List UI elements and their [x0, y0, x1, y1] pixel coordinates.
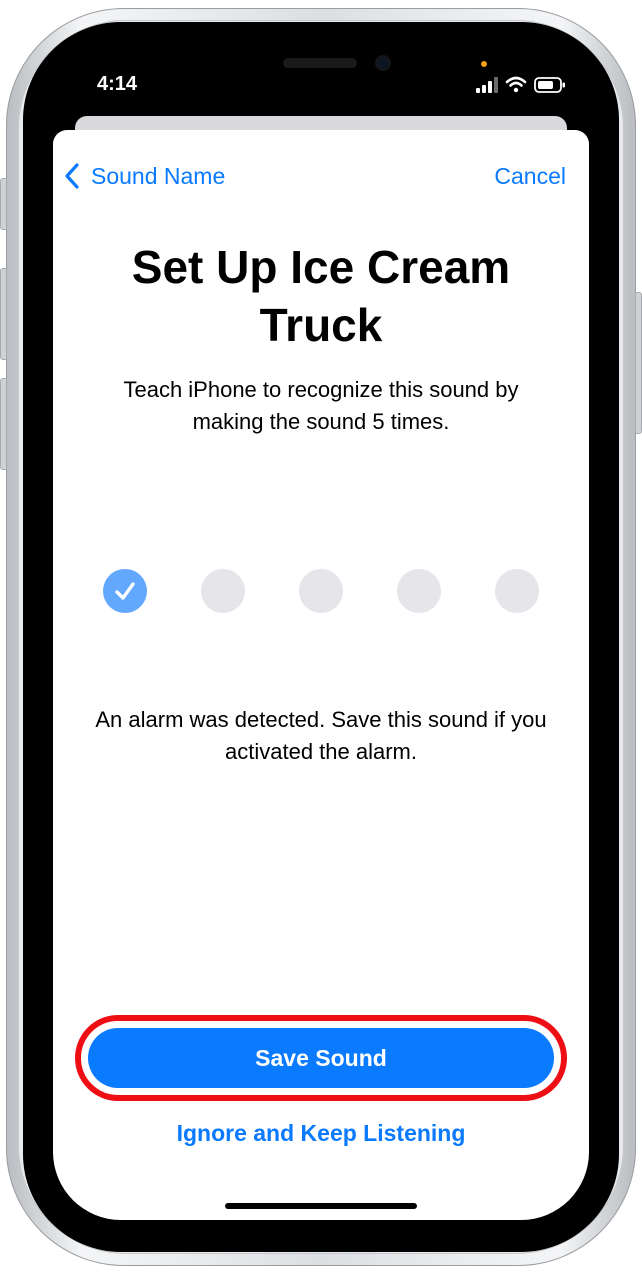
progress-dot-pending [201, 569, 245, 613]
signal-icon [476, 77, 498, 93]
progress-dot-pending [397, 569, 441, 613]
progress-dot-pending [299, 569, 343, 613]
mute-switch [0, 178, 7, 230]
back-button[interactable]: Sound Name [65, 158, 225, 194]
checkmark-icon [115, 582, 135, 600]
ignore-and-keep-listening-button[interactable]: Ignore and Keep Listening [113, 1120, 529, 1147]
microphone-indicator-dot [481, 61, 487, 67]
save-sound-button[interactable]: Save Sound [88, 1028, 554, 1088]
progress-dot-pending [495, 569, 539, 613]
status-time: 4:14 [97, 73, 138, 95]
wifi-icon [505, 76, 527, 93]
status-icons [476, 76, 565, 93]
instructions-text: Teach iPhone to recognize this sound by … [123, 377, 519, 434]
earpiece-speaker [283, 58, 357, 68]
progress-dot-complete [103, 569, 147, 613]
screen: Sound Name Cancel Set Up Ice Cream Truck… [53, 40, 589, 1220]
recording-progress [103, 569, 539, 613]
volume-down-button [0, 378, 7, 470]
battery-icon [534, 77, 565, 93]
volume-up-button [0, 268, 7, 360]
cancel-button[interactable]: Cancel [494, 158, 566, 194]
front-camera [377, 57, 389, 69]
back-button-label: Sound Name [91, 162, 226, 189]
chevron-left-icon [65, 163, 79, 189]
page-title: Set Up Ice Cream Truck [131, 241, 511, 351]
side-button [635, 292, 642, 434]
home-indicator[interactable] [225, 1203, 417, 1209]
detection-message: An alarm was detected. Save this sound i… [95, 707, 547, 764]
sound-setup-sheet: Sound Name Cancel Set Up Ice Cream Truck… [53, 130, 589, 1220]
